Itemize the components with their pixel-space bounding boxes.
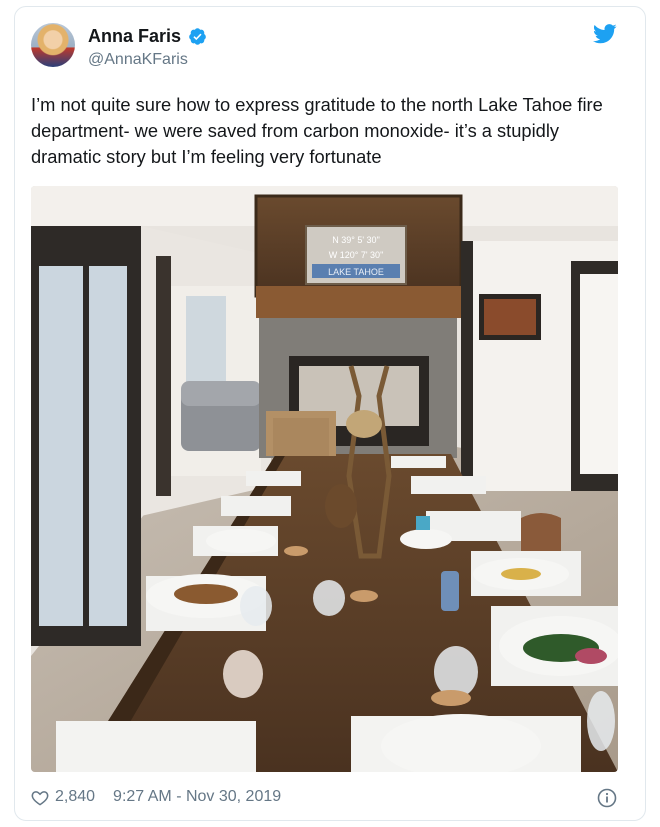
like-count[interactable]: 2,840 xyxy=(55,788,95,806)
tweet-text: I’m not quite sure how to express gratit… xyxy=(31,94,603,167)
sign-line-1: N 39° 5' 30" xyxy=(332,235,380,245)
info-icon[interactable] xyxy=(597,788,617,808)
author-handle[interactable]: @AnnaKFaris xyxy=(88,51,188,69)
twitter-bird-icon[interactable] xyxy=(593,24,617,44)
sign-line-2: W 120° 7' 30" xyxy=(329,250,384,260)
avatar[interactable] xyxy=(31,23,75,67)
author-name-row: Anna Faris xyxy=(88,26,207,47)
sign-line-3: LAKE TAHOE xyxy=(328,267,384,277)
author-name[interactable]: Anna Faris xyxy=(88,26,181,47)
verified-badge-icon xyxy=(189,28,206,45)
tweet-photo[interactable]: N 39° 5' 30" W 120° 7' 30" LAKE TAHOE xyxy=(31,186,618,772)
tweet-footer: 2,840 9:27 AM - Nov 30, 2019 xyxy=(31,788,281,806)
heart-icon[interactable] xyxy=(31,789,49,806)
tweet-timestamp[interactable]: 9:27 AM - Nov 30, 2019 xyxy=(113,788,281,806)
